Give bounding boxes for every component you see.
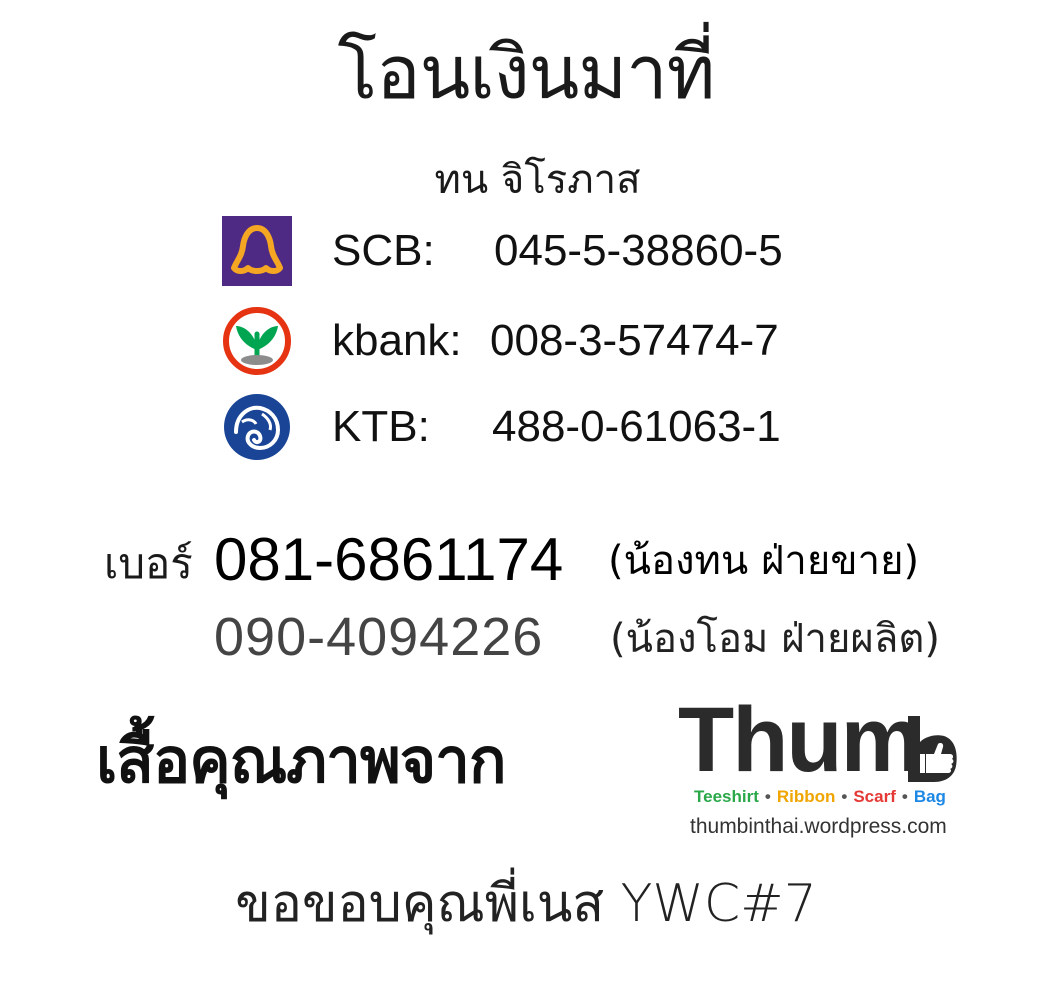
thumbs-up-b-icon [908, 716, 957, 782]
tag-teeshirt: Teeshirt [694, 787, 759, 806]
account-number: 488-0-61063-1 [492, 402, 781, 451]
ktb-logo-icon [224, 394, 290, 460]
tag-separator: • [841, 787, 848, 806]
brand-logo-text: Thum [678, 689, 922, 791]
kbank-logo-icon [223, 307, 291, 375]
account-name: ทน จิโรภาส [434, 157, 641, 203]
tag-separator: • [901, 787, 908, 806]
bank-row-ktb: KTB: 488-0-61063-1 [222, 392, 822, 462]
account-number: 045-5-38860-5 [494, 226, 783, 275]
bank-label: SCB: [332, 226, 435, 275]
bank-label: KTB: [332, 402, 430, 451]
tag-separator: • [764, 787, 771, 806]
tag-scarf: Scarf [853, 787, 896, 806]
bank-label: kbank: [332, 316, 462, 365]
slogan: เสื้อคุณภาพจาก [96, 724, 506, 797]
bank-row-scb: SCB: 045-5-38860-5 [222, 216, 822, 286]
phone-note-main: (น้องทน ฝ่ายขาย) [608, 538, 920, 584]
page-title: โอนเงินมาที่ [337, 30, 716, 116]
brand-url: thumbinthai.wordpress.com [690, 815, 947, 838]
account-number: 008-3-57474-7 [490, 316, 779, 365]
thanks-text: ขอขอบคุณพี่เนส YWC#7 [235, 874, 817, 934]
scb-logo-icon [222, 216, 292, 286]
tag-bag: Bag [913, 787, 946, 806]
tag-ribbon: Ribbon [776, 787, 836, 806]
phone-number-alt: 090-4094226 [214, 607, 544, 667]
phone-prefix: เบอร์ [104, 539, 193, 588]
bank-row-kbank: kbank: 008-3-57474-7 [222, 306, 822, 376]
brand-tags: Teeshirt • Ribbon • Scarf • Bag [694, 786, 946, 808]
phone-number-main: 081-6861174 [214, 526, 564, 593]
phone-note-alt: (น้องโอม ฝ่ายผลิต) [610, 616, 940, 662]
